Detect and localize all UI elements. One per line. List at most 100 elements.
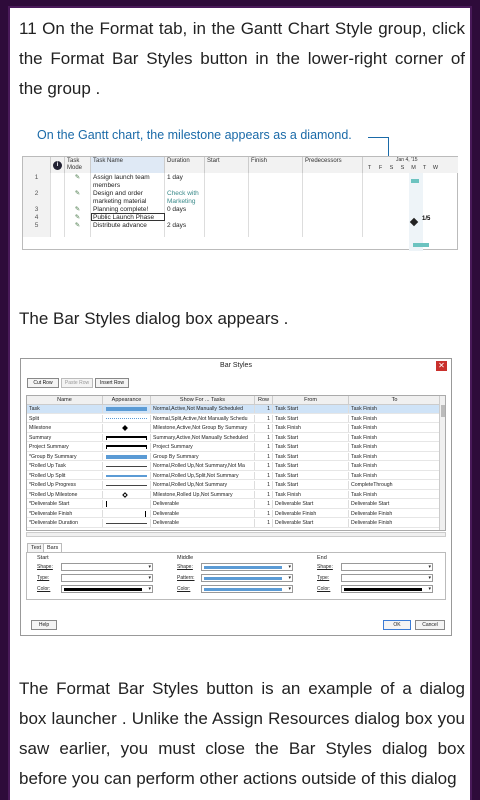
table-row[interactable]: *Deliverable Start Deliverable 1 Deliverabl… xyxy=(27,500,441,509)
row-id: 4 xyxy=(23,213,51,221)
color-swatch xyxy=(204,588,282,591)
insert-row-button[interactable]: Insert Row xyxy=(95,378,129,388)
task-mode-icon: ✎ xyxy=(65,213,91,221)
task-name-cell: Public Launch Phase xyxy=(91,213,165,221)
start-cell xyxy=(205,189,249,205)
info-cell xyxy=(51,205,65,213)
finish-cell xyxy=(249,205,303,213)
dialog-appears-paragraph: The Bar Styles dialog box appears . xyxy=(19,309,289,328)
gantt-row[interactable]: 4 ✎ Public Launch Phase xyxy=(23,213,363,221)
timescale-day: T xyxy=(420,163,429,173)
start-header[interactable]: Start xyxy=(205,157,249,173)
bar-appearance-preview xyxy=(106,417,147,420)
show-for-cell: Project Summary xyxy=(151,443,255,451)
middle-shape-label: Shape: xyxy=(177,564,193,570)
from-cell: Task Start xyxy=(273,462,349,470)
table-row[interactable]: Summary Summary,Active,Not Manually Sched… xyxy=(27,433,441,442)
chevron-down-icon: ▾ xyxy=(428,586,431,592)
gantt-row[interactable]: 3 ✎ Planning complete! 0 days xyxy=(23,205,363,213)
table-row[interactable]: *Rolled Up Task Normal,Rolled Up,Not Summ… xyxy=(27,462,441,471)
start-type-select[interactable]: ▾ xyxy=(61,574,153,582)
note-cell: Check with Marketing xyxy=(165,189,205,205)
table-row[interactable]: *Rolled Up Split Normal,Rolled Up,Split,N… xyxy=(27,471,441,480)
column-header[interactable]: Name xyxy=(27,396,103,405)
middle-shape-select[interactable]: ▾ xyxy=(201,563,293,571)
task-mode-icon: ✎ xyxy=(65,189,91,205)
start-color-select[interactable]: ▾ xyxy=(61,585,153,593)
bar-appearance-preview xyxy=(106,407,147,411)
appearance-cell xyxy=(103,414,151,422)
column-header[interactable]: To xyxy=(349,396,441,405)
to-cell: Task Finish xyxy=(349,443,441,451)
style-name-cell: *Deliverable Start xyxy=(27,500,103,508)
gantt-row[interactable]: 5 ✎ Distribute advance 2 days xyxy=(23,221,363,237)
table-row[interactable]: *Group By Summary Group By Summary 1 Task S… xyxy=(27,452,441,461)
style-name-cell: Summary xyxy=(27,433,103,441)
column-header[interactable]: Show For ... Tasks xyxy=(151,396,255,405)
show-for-cell: Milestone,Rolled Up,Not Summary xyxy=(151,490,255,498)
scrollbar-thumb[interactable] xyxy=(441,405,445,417)
duration-header[interactable]: Duration xyxy=(165,157,205,173)
duration-cell xyxy=(165,213,205,221)
middle-group-label: Middle xyxy=(177,555,194,561)
row-cell: 1 xyxy=(255,424,273,432)
horizontal-scrollbar[interactable] xyxy=(26,532,446,537)
table-row[interactable]: *Deliverable Finish Deliverable 1 Deliverab… xyxy=(27,509,441,518)
row-cell: 1 xyxy=(255,509,273,517)
start-shape-select[interactable]: ▾ xyxy=(61,563,153,571)
table-row[interactable]: *Rolled Up Milestone Milestone,Rolled Up,… xyxy=(27,490,441,499)
from-cell: Task Start xyxy=(273,443,349,451)
end-shape-select[interactable]: ▾ xyxy=(341,563,433,571)
row-cell: 1 xyxy=(255,462,273,470)
end-shape-label: Shape: xyxy=(317,564,333,570)
gantt-row[interactable]: 2 ✎ Design and order marketing material Che… xyxy=(23,189,363,205)
table-row[interactable]: Milestone Milestone,Active,Not Group By S… xyxy=(27,424,441,433)
appearance-cell xyxy=(103,481,151,489)
predecessors-header[interactable]: Predecessors xyxy=(303,157,363,173)
end-type-select[interactable]: ▾ xyxy=(341,574,433,582)
close-icon[interactable]: ✕ xyxy=(436,361,447,371)
timescale-day: S xyxy=(398,163,407,173)
tab-bars[interactable]: Bars xyxy=(43,543,63,552)
to-cell: Deliverable Start xyxy=(349,500,441,508)
end-color-label: Color: xyxy=(317,586,331,592)
from-cell: Deliverable Start xyxy=(273,500,349,508)
style-name-cell: *Rolled Up Progress xyxy=(27,481,103,489)
paste-row-button[interactable]: Paste Row xyxy=(61,378,93,388)
middle-color-select[interactable]: ▾ xyxy=(201,585,293,593)
start-shape-label: Shape: xyxy=(37,564,53,570)
from-cell: Task Finish xyxy=(273,424,349,432)
column-header[interactable]: From xyxy=(273,396,349,405)
ok-button[interactable]: OK xyxy=(383,620,411,630)
column-header[interactable]: Row xyxy=(255,396,273,405)
column-header[interactable]: Appearance xyxy=(103,396,151,405)
help-button[interactable]: Help xyxy=(31,620,57,630)
task-mode-header[interactable]: Task Mode xyxy=(65,157,91,173)
cut-row-button[interactable]: Cut Row xyxy=(27,378,59,388)
table-row[interactable]: *Deliverable Duration Deliverable 1 Deliver… xyxy=(27,519,441,528)
table-row[interactable]: Project Summary Project Summary 1 Task Star… xyxy=(27,443,441,452)
bar-appearance-preview xyxy=(145,510,146,517)
row-cell: 1 xyxy=(255,500,273,508)
style-name-cell: Task xyxy=(27,405,103,413)
show-for-cell: Deliverable xyxy=(151,509,255,517)
start-group-label: Start xyxy=(37,555,49,561)
end-color-select[interactable]: ▾ xyxy=(341,585,433,593)
finish-header[interactable]: Finish xyxy=(249,157,303,173)
timescale-day: S xyxy=(387,163,396,173)
gantt-row[interactable]: 1 ✎ Assign launch team members 1 day xyxy=(23,173,363,189)
chevron-down-icon: ▾ xyxy=(148,575,151,581)
chevron-down-icon: ▾ xyxy=(148,586,151,592)
row-cell: 1 xyxy=(255,433,273,441)
middle-pattern-select[interactable]: ▾ xyxy=(201,574,293,582)
vertical-scrollbar[interactable] xyxy=(439,396,445,530)
task-name-header[interactable]: Task Name xyxy=(91,157,165,173)
table-row[interactable]: *Rolled Up Progress Normal,Rolled Up,Not … xyxy=(27,481,441,490)
shape-preview xyxy=(204,566,282,569)
bar-styles-table[interactable]: Name Appearance Show For ... Tasks Row From T… xyxy=(26,395,446,531)
style-name-cell: *Rolled Up Task xyxy=(27,462,103,470)
cancel-button[interactable]: Cancel xyxy=(415,620,445,630)
to-cell: Deliverable Finish xyxy=(349,519,441,527)
table-row[interactable]: Task Normal,Active,Not Manually Scheduled… xyxy=(27,405,441,414)
table-row[interactable]: Split Normal,Split,Active,Not Manually Sc… xyxy=(27,414,441,423)
